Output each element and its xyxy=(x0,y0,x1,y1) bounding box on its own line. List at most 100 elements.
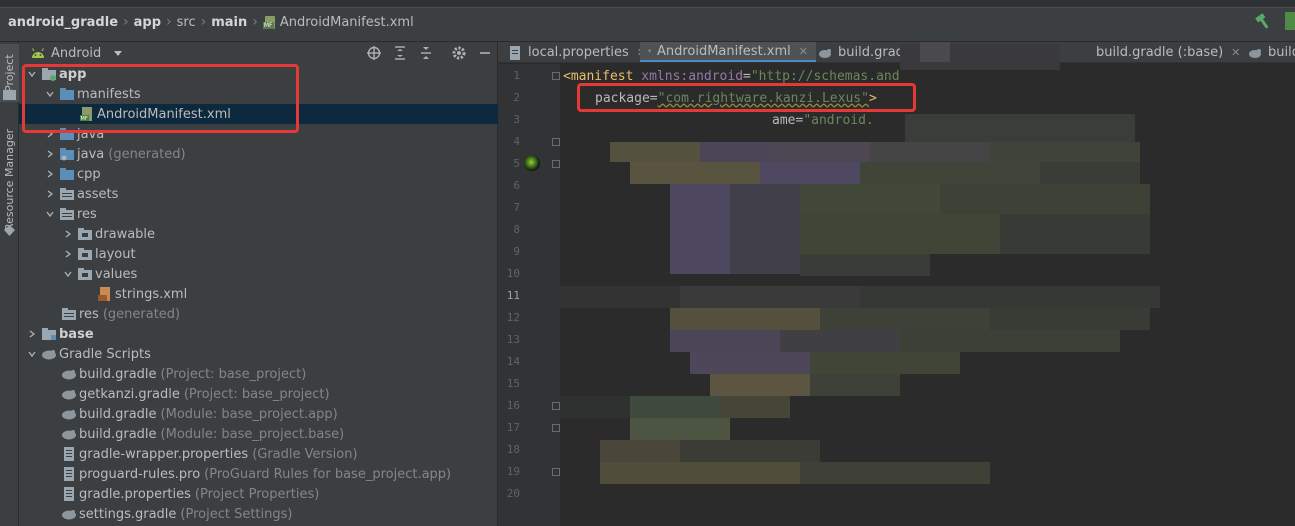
tree-item-label: Gradle Scripts xyxy=(59,346,151,362)
tree-item-drawable[interactable]: drawable xyxy=(19,224,498,244)
fold-marker-icon[interactable] xyxy=(552,160,560,168)
locate-icon[interactable] xyxy=(366,45,382,61)
close-icon[interactable]: ✕ xyxy=(799,45,808,58)
resource-folder-icon xyxy=(60,188,74,200)
line-number: 17 xyxy=(506,421,520,434)
view-mode-label: Android xyxy=(51,45,102,61)
tree-item-strings-xml[interactable]: strings.xml xyxy=(19,284,498,304)
tree-item-build-gradle-project[interactable]: build.gradle (Project: base_project) xyxy=(19,364,498,384)
breadcrumb-file[interactable]: AndroidManifest.xml xyxy=(280,15,414,30)
chevron-right-icon xyxy=(47,150,54,158)
tree-item-label: getkanzi.gradle xyxy=(79,386,180,402)
expand-all-icon[interactable] xyxy=(392,45,408,61)
line-number: 16 xyxy=(506,399,520,412)
tree-item-base[interactable]: base xyxy=(19,324,498,344)
tree-item-label: java xyxy=(77,126,105,142)
tree-item-android-manifest[interactable]: MF AndroidManifest.xml xyxy=(19,104,498,124)
tree-item-res[interactable]: res xyxy=(19,204,498,224)
avatar[interactable] xyxy=(524,155,540,171)
code-line-3: ame = "android. xyxy=(772,110,874,130)
line-number: 8 xyxy=(513,223,520,236)
tree-item-gradle-scripts[interactable]: Gradle Scripts xyxy=(19,344,498,364)
tree-item-java-generated[interactable]: java (generated) xyxy=(19,144,498,164)
chevron-right-icon xyxy=(65,250,72,258)
xml-tag: <manifest xyxy=(563,68,634,84)
gear-icon[interactable] xyxy=(451,45,467,61)
xml-tag-end: > xyxy=(868,90,877,106)
breadcrumb-main[interactable]: main xyxy=(211,15,247,30)
gradle-icon xyxy=(819,48,831,58)
tab-build-gradle[interactable]: build.gradl xyxy=(818,42,908,62)
project-panel-header: Android xyxy=(19,42,498,63)
tree-item-java[interactable]: java xyxy=(19,124,498,144)
tab-android-manifest[interactable]: AndroidManifest.xml ✕ xyxy=(640,42,816,62)
gradle-icon xyxy=(62,430,76,440)
fold-marker-icon[interactable] xyxy=(552,402,560,410)
tree-item-build-gradle-base[interactable]: build.gradle (Module: base_project.base) xyxy=(19,424,498,444)
tree-item-hint: (Project Settings) xyxy=(180,506,293,522)
tree-item-cpp[interactable]: cpp xyxy=(19,164,498,184)
chevron-down-icon xyxy=(114,51,123,56)
tree-item-proguard-rules[interactable]: proguard-rules.pro (ProGuard Rules for b… xyxy=(19,464,498,484)
chevron-down-icon xyxy=(28,351,36,358)
tree-item-label: build.gradle xyxy=(79,406,157,422)
tree-item-gradle-properties[interactable]: gradle.properties (Project Properties) xyxy=(19,484,498,504)
chevron-right-icon: › xyxy=(166,14,172,30)
tree-item-gradle-wrapper[interactable]: gradle-wrapper.properties (Gradle Versio… xyxy=(19,444,498,464)
tree-item-build-gradle-app[interactable]: build.gradle (Module: base_project.app) xyxy=(19,404,498,424)
tab-label: build.gradle (:base) xyxy=(1096,45,1224,60)
tree-item-label: app xyxy=(59,66,87,82)
fold-marker-icon[interactable] xyxy=(552,138,560,146)
tool-tab-resource-manager[interactable]: Resource Manager xyxy=(0,120,19,240)
xml-equals: = xyxy=(743,68,751,84)
breadcrumb: android_gradle › app › src › main › Andr… xyxy=(8,14,414,30)
line-number: 2 xyxy=(513,91,520,104)
tree-item-label: assets xyxy=(77,186,119,202)
resource-folder-icon xyxy=(62,308,76,320)
svg-text:MF: MF xyxy=(81,116,88,121)
xml-value: "android. xyxy=(803,112,874,128)
tool-window-strip: Project Resource Manager xyxy=(0,42,19,526)
breadcrumb-module[interactable]: app xyxy=(134,15,161,30)
fold-marker-icon[interactable] xyxy=(552,72,560,80)
tree-item-settings-gradle[interactable]: settings.gradle (Project Settings) xyxy=(19,504,498,524)
tree-item-hint: (Module: base_project.app) xyxy=(160,406,338,422)
tree-item-layout[interactable]: layout xyxy=(19,244,498,264)
line-number: 1 xyxy=(513,69,520,82)
manifest-file-icon xyxy=(648,49,651,53)
run-config-icon[interactable] xyxy=(1285,12,1295,30)
chevron-right-icon: › xyxy=(123,14,129,30)
close-icon[interactable]: ✕ xyxy=(1231,46,1240,59)
tab-build[interactable]: build xyxy=(1248,42,1295,62)
tree-item-assets[interactable]: assets xyxy=(19,184,498,204)
gradle-icon xyxy=(42,350,56,360)
fold-marker-icon[interactable] xyxy=(552,468,560,476)
code-area[interactable]: <manifest xmlns:android = "http://schema… xyxy=(560,64,1295,526)
generated-folder-icon xyxy=(60,148,74,161)
tree-item-hint: (Project: base_project) xyxy=(160,366,307,382)
tree-item-hint: (generated) xyxy=(102,306,181,322)
tree-item-values[interactable]: values xyxy=(19,264,498,284)
folder-icon xyxy=(60,128,74,140)
line-number: 19 xyxy=(506,465,520,478)
breadcrumb-project[interactable]: android_gradle xyxy=(8,15,118,30)
tree-item-getkanzi-gradle[interactable]: getkanzi.gradle (Project: base_project) xyxy=(19,384,498,404)
tree-item-hint: (Project: base_project) xyxy=(183,386,330,402)
line-number: 6 xyxy=(513,179,520,192)
line-number: 3 xyxy=(513,113,520,126)
tree-item-manifests[interactable]: manifests xyxy=(19,84,498,104)
minimize-icon[interactable] xyxy=(477,45,493,61)
tree-item-res-generated[interactable]: res (generated) xyxy=(19,304,498,324)
tab-local-properties[interactable]: local.properties ✕ xyxy=(508,42,646,62)
hammer-icon[interactable] xyxy=(1255,13,1273,29)
tree-item-label: layout xyxy=(95,246,136,262)
tab-build-gradle-base[interactable]: build.gradle (:base) ✕ xyxy=(1096,42,1240,62)
collapse-all-icon[interactable] xyxy=(418,45,434,61)
view-mode-dropdown[interactable]: Android xyxy=(31,43,123,63)
folder-icon xyxy=(78,268,92,280)
breadcrumb-src[interactable]: src xyxy=(177,15,196,30)
chevron-down-icon xyxy=(46,91,54,98)
tree-item-app[interactable]: app xyxy=(19,64,498,84)
fold-marker-icon[interactable] xyxy=(552,424,560,432)
line-number: 13 xyxy=(506,333,520,346)
